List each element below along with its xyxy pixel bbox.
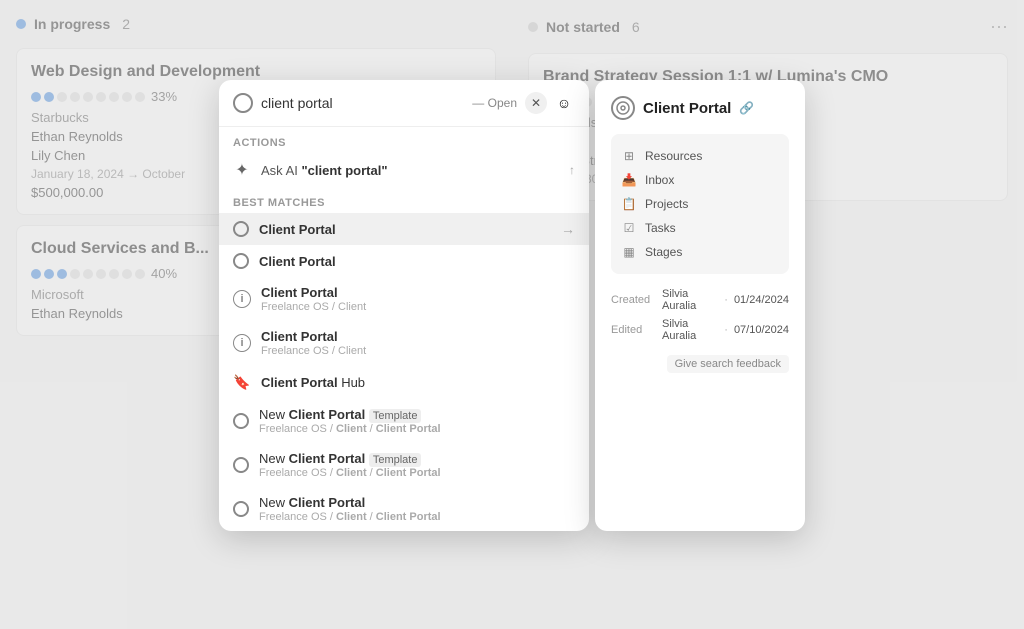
search-result-7[interactable]: New Client Portal Template Freelance OS … — [219, 443, 589, 487]
nav-resources-label: Resources — [645, 149, 702, 163]
inbox-icon: 📥 — [621, 172, 637, 188]
search-input-row: — Open ✕ ☺ — [219, 80, 589, 127]
edited-row: Edited Silvia Auralia · 07/10/2024 — [611, 318, 789, 342]
item-subtext-6: Freelance OS / Client / Client Portal — [259, 423, 575, 435]
search-actions: ✕ ☺ — [525, 92, 575, 114]
close-button[interactable]: ✕ — [525, 92, 547, 114]
created-label: Created — [611, 294, 656, 306]
nav-projects-label: Projects — [645, 197, 688, 211]
search-result-5[interactable]: 🔖 Client Portal Hub — [219, 365, 589, 399]
modal-container: — Open ✕ ☺ Actions ✦ Ask AI "client port… — [219, 80, 805, 531]
created-date: 01/24/2024 — [734, 294, 789, 306]
info-icon-3: i — [233, 290, 251, 308]
item-subtext-7: Freelance OS / Client / Client Portal — [259, 467, 575, 479]
grid-icon: ⊞ — [621, 148, 637, 164]
item-text-3: Client Portal Freelance OS / Client — [261, 285, 575, 313]
link-icon[interactable]: 🔗 — [739, 101, 754, 115]
item-text-5: Client Portal Hub — [261, 375, 575, 390]
nav-stages-label: Stages — [645, 245, 682, 259]
up-arrow-icon: ↑ — [569, 163, 575, 177]
info-icon-4: i — [233, 334, 251, 352]
nav-inbox[interactable]: 📥 Inbox — [621, 168, 779, 192]
item-text-2: Client Portal — [259, 254, 575, 269]
circle-icon-7 — [233, 457, 249, 473]
nav-projects[interactable]: 📋 Projects — [621, 192, 779, 216]
circle-icon-8 — [233, 501, 249, 517]
detail-panel-title: Client Portal — [643, 100, 731, 117]
emoji-button[interactable]: ☺ — [553, 92, 575, 114]
item-subtext-8: Freelance OS / Client / Client Portal — [259, 511, 575, 523]
nav-tasks-label: Tasks — [645, 221, 676, 235]
item-text-1: Client Portal — [259, 222, 551, 237]
nav-inbox-label: Inbox — [645, 173, 674, 187]
search-input[interactable] — [261, 95, 464, 111]
ai-item-text: Ask AI "client portal" — [261, 163, 559, 178]
open-badge: — Open — [472, 96, 517, 110]
client-portal-logo — [611, 96, 635, 120]
best-matches-section-label: Best matches — [219, 187, 589, 213]
detail-header: Client Portal 🔗 — [611, 96, 789, 120]
sparkle-icon: ✦ — [233, 161, 251, 179]
detail-meta: Created Silvia Auralia · 01/24/2024 Edit… — [611, 288, 789, 342]
item-text-7: New Client Portal Template Freelance OS … — [259, 451, 575, 479]
search-panel: — Open ✕ ☺ Actions ✦ Ask AI "client port… — [219, 80, 589, 531]
actions-section-label: Actions — [219, 127, 589, 153]
circle-icon-2 — [233, 253, 249, 269]
stages-icon: ▦ — [621, 244, 637, 260]
ask-ai-item[interactable]: ✦ Ask AI "client portal" ↑ — [219, 153, 589, 187]
detail-panel: Client Portal 🔗 ⊞ Resources 📥 Inbox 📋 Pr… — [595, 80, 805, 531]
nav-stages[interactable]: ▦ Stages — [621, 240, 779, 264]
item-text-8: New Client Portal Freelance OS / Client … — [259, 495, 575, 523]
search-circle-icon — [233, 93, 253, 113]
created-row: Created Silvia Auralia · 01/24/2024 — [611, 288, 789, 312]
search-modal-overlay: — Open ✕ ☺ Actions ✦ Ask AI "client port… — [0, 0, 1024, 629]
search-result-1[interactable]: Client Portal → — [219, 213, 589, 245]
edited-date: 07/10/2024 — [734, 324, 789, 336]
search-result-2[interactable]: Client Portal — [219, 245, 589, 277]
navigate-arrow-1: → — [561, 221, 575, 237]
item-text-4: Client Portal Freelance OS / Client — [261, 329, 575, 357]
search-result-6[interactable]: New Client Portal Template Freelance OS … — [219, 399, 589, 443]
feedback-row: Give search feedback — [611, 354, 789, 373]
projects-icon: 📋 — [621, 196, 637, 212]
item-text-6: New Client Portal Template Freelance OS … — [259, 407, 575, 435]
tasks-icon: ☑ — [621, 220, 637, 236]
bookmark-icon-5: 🔖 — [233, 373, 251, 391]
edited-value: Silvia Auralia — [662, 318, 718, 342]
detail-nav: ⊞ Resources 📥 Inbox 📋 Projects ☑ Tasks ▦ — [611, 134, 789, 274]
item-subtext-3: Freelance OS / Client — [261, 301, 575, 313]
feedback-button[interactable]: Give search feedback — [667, 355, 789, 373]
nav-resources[interactable]: ⊞ Resources — [621, 144, 779, 168]
search-result-8[interactable]: New Client Portal Freelance OS / Client … — [219, 487, 589, 531]
nav-tasks[interactable]: ☑ Tasks — [621, 216, 779, 240]
search-result-4[interactable]: i Client Portal Freelance OS / Client — [219, 321, 589, 365]
circle-icon-1 — [233, 221, 249, 237]
created-value: Silvia Auralia — [662, 288, 718, 312]
search-result-3[interactable]: i Client Portal Freelance OS / Client — [219, 277, 589, 321]
edited-label: Edited — [611, 324, 656, 336]
circle-icon-6 — [233, 413, 249, 429]
item-subtext-4: Freelance OS / Client — [261, 345, 575, 357]
